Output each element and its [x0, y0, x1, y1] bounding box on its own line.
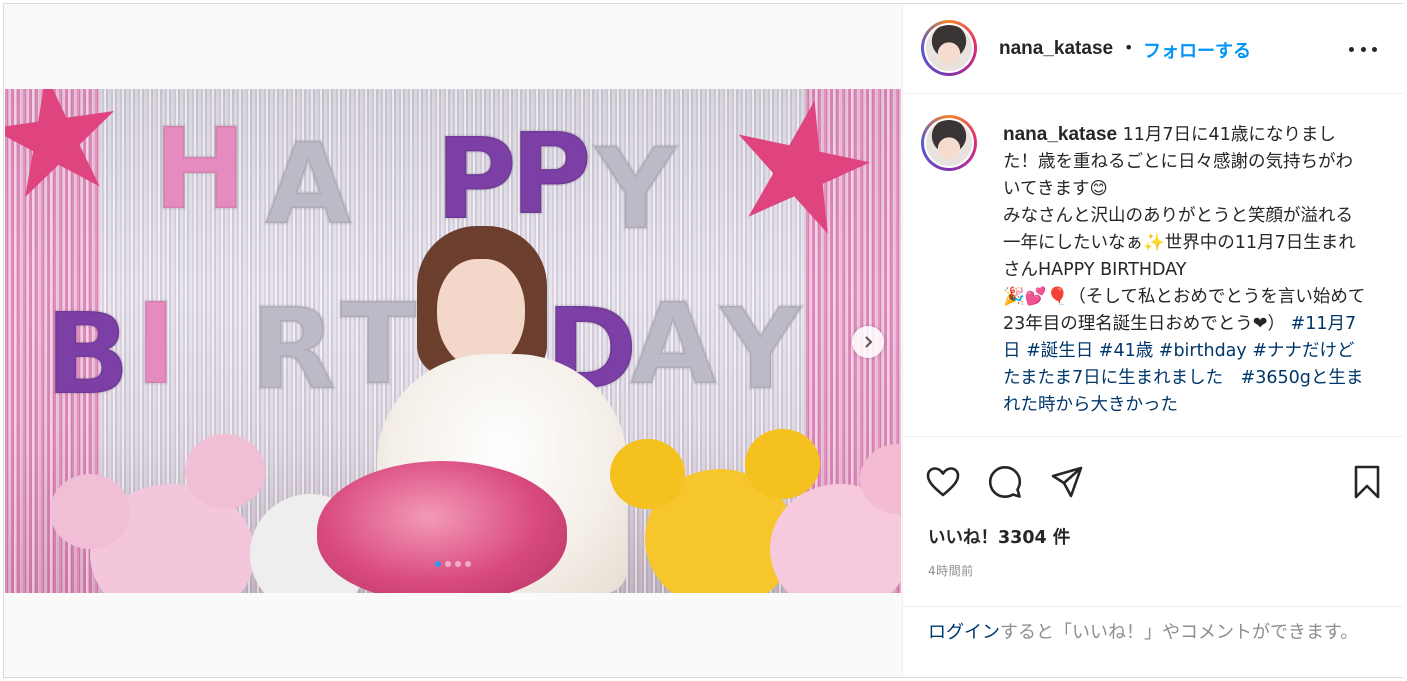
balloon-letter: B [43, 290, 131, 420]
login-link[interactable]: ログイン [928, 622, 1000, 643]
save-button[interactable] [1347, 462, 1387, 502]
balloon-letter: H [152, 105, 249, 235]
share-button[interactable] [1047, 462, 1087, 502]
heart-emoji: ❤ [1252, 314, 1268, 334]
carousel-indicator [4, 561, 902, 567]
next-slide-button[interactable] [852, 326, 884, 358]
caption-text: nana_katase 11月7日に41歳になりました！歳を重ねるごとに日々感謝… [1003, 124, 1366, 415]
comment-button[interactable] [985, 462, 1025, 502]
carousel-dot [445, 561, 451, 567]
more-options-button[interactable] [1349, 39, 1377, 59]
caption-username[interactable]: nana_katase [1003, 124, 1117, 145]
carousel-dot [455, 561, 461, 567]
media-area: H A P P Y B I R T H D A Y [4, 4, 902, 677]
action-bar [903, 437, 1404, 607]
avatar[interactable] [921, 20, 977, 76]
balloon-letter: P [508, 110, 593, 240]
header-separator: • [1124, 38, 1134, 57]
like-button[interactable] [923, 462, 963, 502]
post-photo[interactable]: H A P P Y B I R T H D A Y [5, 89, 901, 593]
comment-icon [988, 466, 1022, 498]
bookmark-icon [1354, 465, 1380, 499]
more-horizontal-icon [1349, 46, 1354, 52]
avatar-image [926, 25, 972, 71]
balloon-letter: Y [593, 125, 677, 255]
post-header: nana_katase • フォローする [903, 4, 1404, 94]
smile-emoji: 😊 [1089, 179, 1108, 199]
likes-count[interactable]: いいね！3304 件 [928, 524, 1070, 549]
carousel-dot [465, 561, 471, 567]
pink-heart-balloon [317, 461, 567, 593]
instagram-post-embed: H A P P Y B I R T H D A Y [3, 3, 1404, 678]
caption-area: nana_katase 11月7日に41歳になりました！歳を重ねるごとに日々感謝… [903, 95, 1404, 437]
carousel-dot [435, 561, 441, 567]
sparkles-emoji: ✨ [1143, 233, 1165, 253]
login-text: ログインすると「いいね！」やコメントができます。 [928, 619, 1378, 647]
follow-button[interactable]: フォローする [1143, 37, 1251, 63]
chevron-right-icon [865, 336, 873, 348]
balloon-letter: P [433, 115, 518, 245]
heart-icon [926, 467, 960, 497]
login-prompt: ログインすると「いいね！」やコメントができます。 [903, 606, 1404, 677]
send-icon [1051, 466, 1083, 498]
balloon-letter: T [338, 280, 417, 410]
post-side-panel: nana_katase • フォローする nana_katase 11月7日に4… [902, 4, 1404, 677]
balloon-letter: I [134, 280, 179, 410]
login-message: すると「いいね！」やコメントができます。 [1000, 622, 1359, 643]
balloon-letter: A [264, 120, 354, 250]
pink-mickey-plush-left [50, 434, 265, 593]
balloon-letter: A [629, 280, 719, 410]
party-emojis: 🎉💕🎈 [1003, 287, 1069, 307]
person-face [437, 259, 525, 369]
caption-avatar[interactable] [921, 115, 977, 171]
balloon-letter: R [248, 285, 337, 415]
header-username[interactable]: nana_katase [999, 38, 1113, 60]
balloon-letter: Y [718, 285, 802, 415]
post-timestamp[interactable]: 4時間前 [928, 562, 974, 579]
